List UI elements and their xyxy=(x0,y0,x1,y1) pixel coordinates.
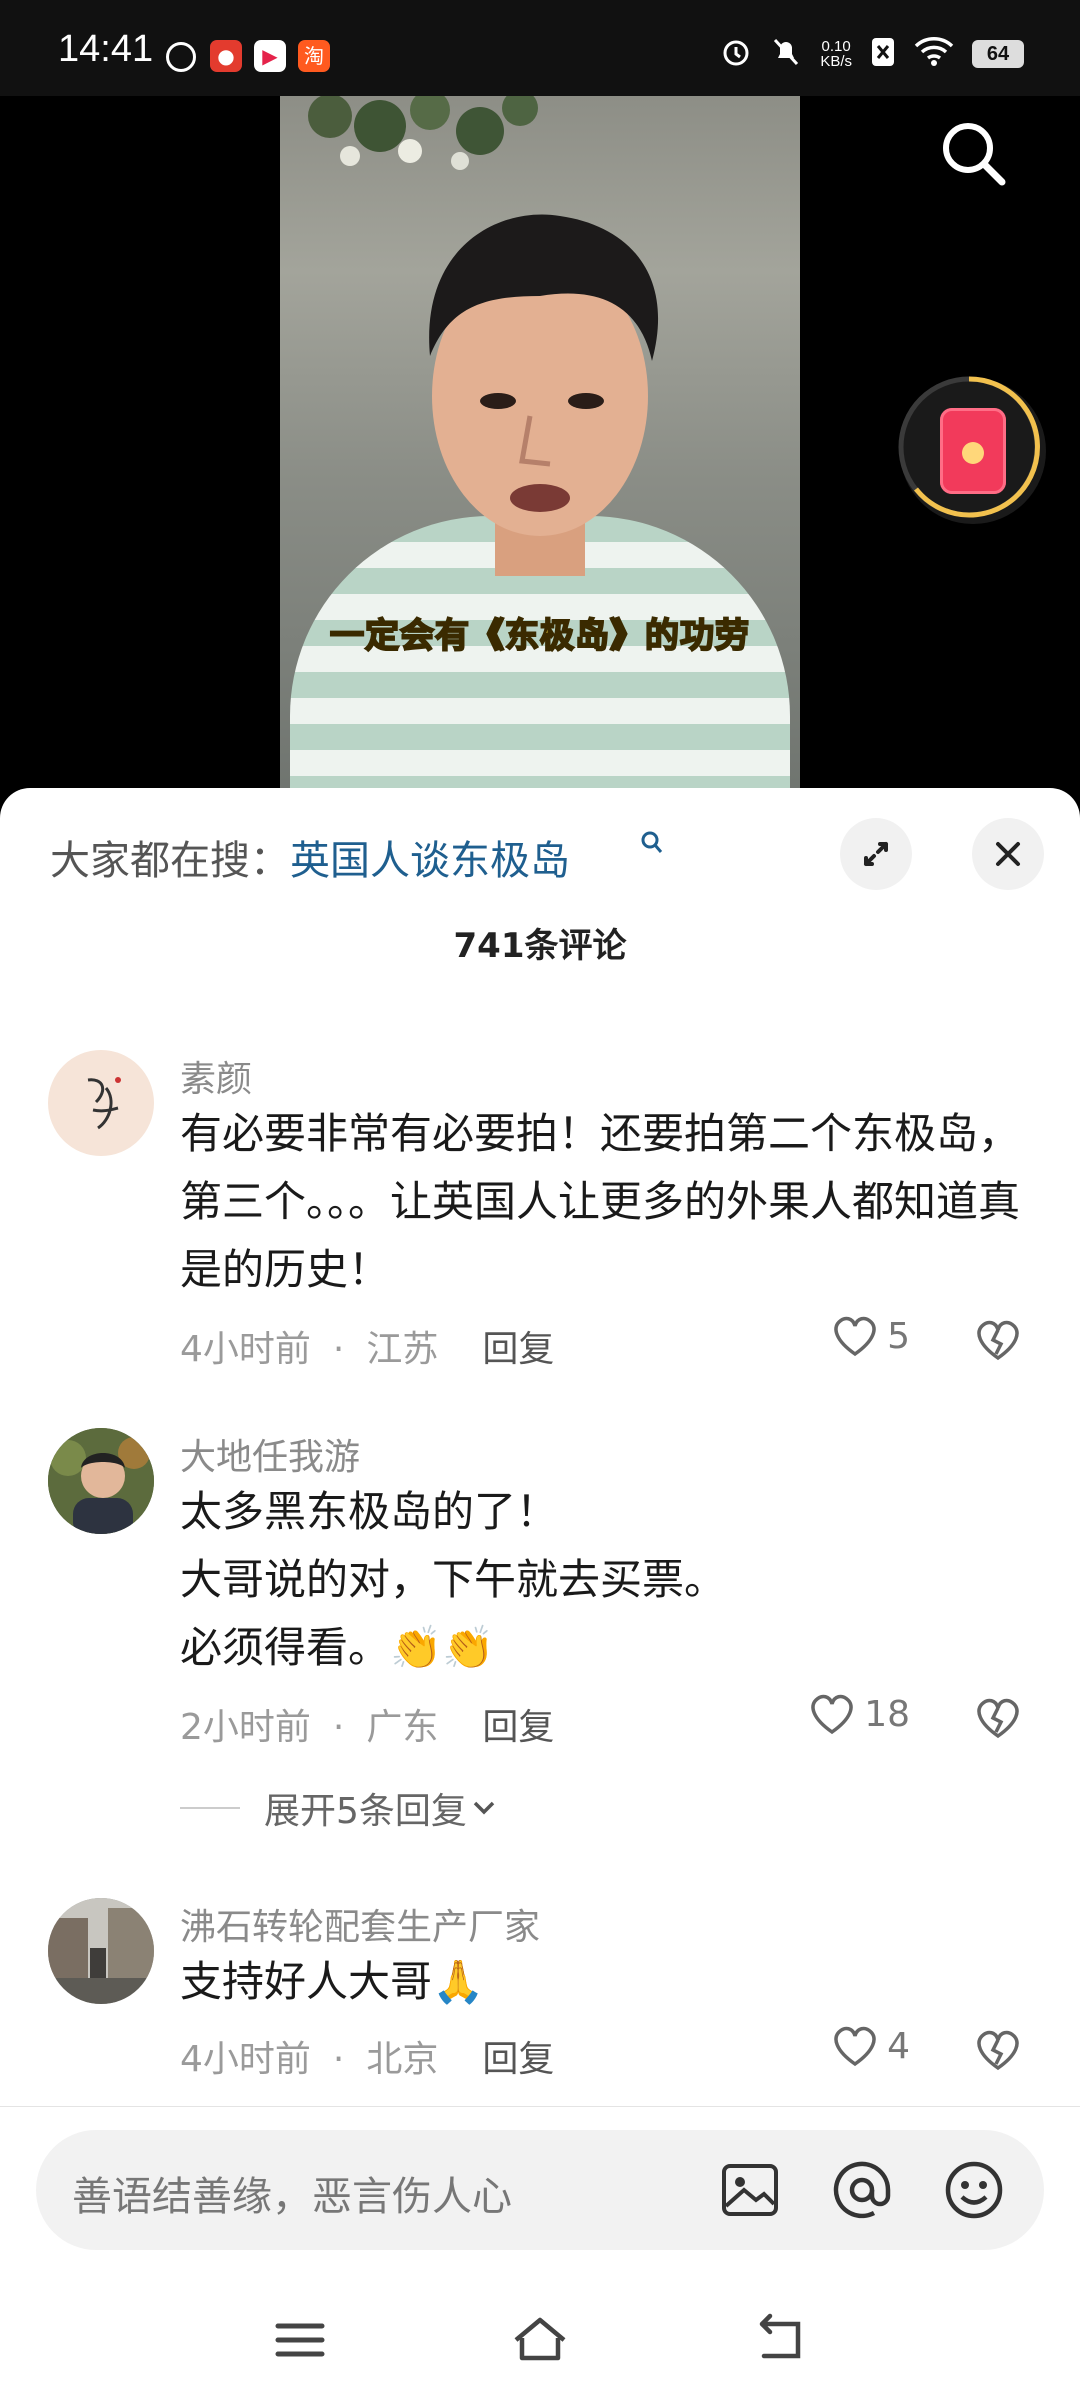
system-nav-bar xyxy=(0,2270,1080,2400)
input-divider xyxy=(0,2106,1080,2107)
comment-location: 北京 xyxy=(366,2039,439,2080)
comment-time: 4小时前 xyxy=(180,2039,311,2080)
comment-username[interactable]: 大地任我游 xyxy=(180,1428,360,1480)
status-bar: 14:41 ● ▶ 淘 0.10 KB/s 64 xyxy=(0,0,1080,96)
comment-text: 太多黑东极岛的了！ 大哥说的对，下午就去买票。 必须得看。👏👏 xyxy=(180,1487,727,1672)
dislike-button[interactable] xyxy=(974,1696,1022,1740)
menu-icon[interactable] xyxy=(270,2310,330,2370)
comment-meta: 4小时前 · 江苏 回复 xyxy=(180,1329,555,1370)
like-count: 18 xyxy=(864,1693,910,1735)
avatar[interactable] xyxy=(48,1898,154,2004)
portrait-avatar xyxy=(48,1428,154,1534)
comment-count: 741条评论 xyxy=(453,926,627,966)
heart-icon xyxy=(834,1316,876,1357)
comment-meta: 4小时前 · 北京 回复 xyxy=(180,2039,555,2080)
red-packet-icon xyxy=(940,408,1006,494)
dislike-button[interactable] xyxy=(974,2028,1022,2072)
avatar[interactable] xyxy=(48,1428,154,1534)
like-count: 4 xyxy=(887,2025,910,2067)
back-icon[interactable] xyxy=(750,2310,810,2370)
wifi-icon xyxy=(914,36,954,72)
app-red-icon: ● xyxy=(210,40,242,72)
expand-divider xyxy=(180,1807,240,1809)
battery-indicator: 64 xyxy=(972,40,1024,68)
comment-location: 江苏 xyxy=(366,1329,439,1370)
video-app-icon: ▶ xyxy=(254,40,286,72)
like-button[interactable]: 18 xyxy=(808,1692,910,1736)
net-speed: 0.10 KB/s xyxy=(820,39,852,69)
expand-replies-label: 展开5条回复 xyxy=(264,1791,467,1832)
comment-input-bar[interactable]: 善语结善缘，恶言伤人心 xyxy=(36,2130,1044,2250)
heart-icon xyxy=(811,1694,853,1735)
comment-text: 支持好人大哥🙏 xyxy=(180,1957,485,2006)
reply-button[interactable]: 回复 xyxy=(482,2039,554,2080)
reply-button[interactable]: 回复 xyxy=(482,1707,554,1748)
heart-icon xyxy=(834,2026,876,2067)
comment-time: 2小时前 xyxy=(180,1707,311,1748)
like-button[interactable]: 5 xyxy=(831,1314,910,1358)
taobao-icon: 淘 xyxy=(298,40,330,72)
comment-username[interactable]: 素颜 xyxy=(180,1050,252,1102)
close-icon xyxy=(996,842,1020,866)
expand-replies-button[interactable]: 展开5条回复 xyxy=(180,1782,501,1834)
chevron-down-icon xyxy=(473,1801,495,1815)
plant-decoration xyxy=(308,96,538,170)
trending-query-link[interactable]: 英国人谈东极岛 xyxy=(290,838,570,884)
net-speed-value: 0.10 xyxy=(821,38,851,55)
street-avatar xyxy=(48,1898,154,2004)
close-sheet-button[interactable] xyxy=(972,818,1044,890)
alarm-icon xyxy=(720,36,752,72)
person-head xyxy=(429,214,659,576)
avatar[interactable] xyxy=(48,1050,154,1156)
trending-prefix: 大家都在搜： xyxy=(50,838,290,884)
video-player[interactable]: 一定会有《东极岛》的功劳 xyxy=(0,96,1080,796)
image-icon[interactable] xyxy=(716,2156,784,2224)
search-small-icon xyxy=(641,831,663,853)
mute-bell-icon xyxy=(770,36,802,72)
like-count: 5 xyxy=(887,1315,910,1357)
weibo-icon xyxy=(166,42,196,72)
status-time: 14:41 xyxy=(58,28,154,70)
comment-time: 4小时前 xyxy=(180,1329,311,1370)
search-button[interactable] xyxy=(938,118,1008,188)
comment-input[interactable]: 善语结善缘，恶言伤人心 xyxy=(72,2164,512,2222)
comment-location: 广东 xyxy=(366,1707,439,1748)
expand-sheet-button[interactable] xyxy=(840,818,912,890)
red-packet-button[interactable] xyxy=(898,376,1046,524)
expand-icon xyxy=(864,842,888,866)
calligraphy-avatar xyxy=(87,1077,121,1130)
emoji-icon[interactable] xyxy=(940,2156,1008,2224)
comment-username[interactable]: 沸石转轮配套生产厂家 xyxy=(180,1898,540,1950)
comment-text: 有必要非常有必要拍！还要拍第二个东极岛，第三个。。。让英国人让更多的外果人都知道… xyxy=(180,1109,1021,1294)
sim-off-icon xyxy=(870,36,896,72)
status-indicators: 0.10 KB/s 64 xyxy=(720,34,1024,74)
net-speed-unit: KB/s xyxy=(820,53,852,70)
like-button[interactable]: 4 xyxy=(831,2024,910,2068)
mention-icon[interactable] xyxy=(828,2156,896,2224)
search-icon xyxy=(943,123,1006,186)
video-frame: 一定会有《东极岛》的功劳 xyxy=(280,96,800,796)
reply-button[interactable]: 回复 xyxy=(482,1329,554,1370)
dislike-button[interactable] xyxy=(974,1318,1022,1362)
home-icon[interactable] xyxy=(510,2310,570,2370)
comment-meta: 2小时前 · 广东 回复 xyxy=(180,1707,555,1748)
video-subtitle: 一定会有《东极岛》的功劳 xyxy=(329,615,750,657)
trending-search[interactable]: 大家都在搜：英国人谈东极岛 xyxy=(50,828,570,886)
